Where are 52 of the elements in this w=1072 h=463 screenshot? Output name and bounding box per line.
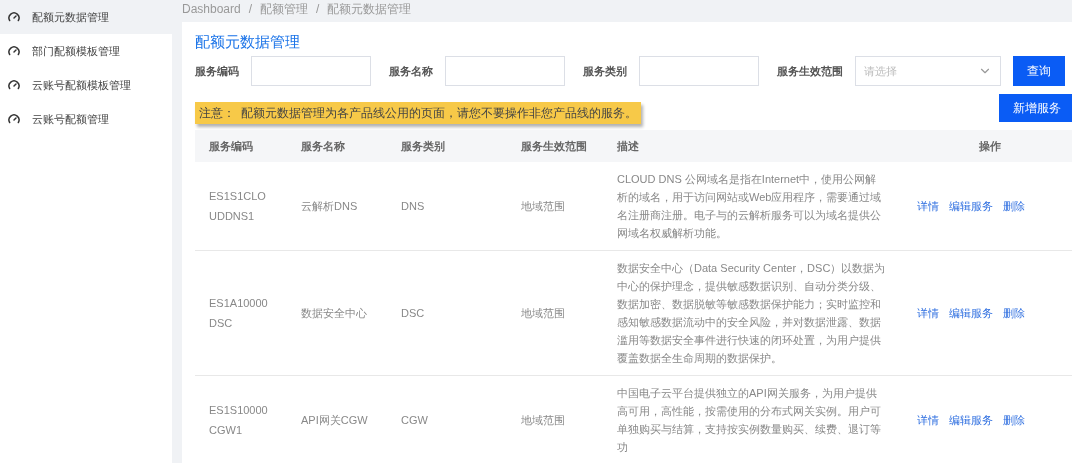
table-cell-text: CLOUD DNS 公网域名是指在Internet中，使用公网解析的域名，用于访问网站或Web应用程序，需要通过域名注册商注册。电子与的云解析服务可以为域名提供公网域名权威解析功能。 [617,172,883,241]
breadcrumb-item[interactable]: Dashboard [182,0,241,18]
gauge-icon [8,45,20,57]
search-button[interactable]: 查询 [1013,56,1065,86]
gauge-icon [8,113,20,125]
table-cell: 地域范围 [521,199,565,212]
table-cell: API网关CGW [301,413,368,426]
action-link[interactable]: 删除 [1003,304,1025,322]
action-link[interactable]: 删除 [1003,411,1025,429]
breadcrumb-separator: / [248,1,253,18]
filter-label: 服务名称 [389,63,433,79]
action-link[interactable]: 删除 [1003,197,1025,215]
column-header: 服务生效范围 [521,139,587,152]
table-cell: 云解析DNS [301,199,358,212]
table-cell-text: 中国电子云平台提供独立的API网关服务，为用户提供高可用，高性能，按需使用的分布式网关实例。用户可单独购买与结算，支持按实例数量购买、续费、退订等功 [617,386,882,455]
gauge-icon [8,11,20,23]
filter-label: 服务编码 [195,63,239,79]
table-cell-text: ES1A10000DSC [209,296,269,331]
action-link[interactable]: 编辑服务 [949,411,993,429]
column-header: 服务名称 [301,139,345,152]
column-header: 服务编码 [209,139,253,152]
breadcrumb-item[interactable]: 配额元数据管理 [327,0,412,18]
add-service-button[interactable]: 新增服务 [999,94,1072,122]
breadcrumb-separator: / [316,1,320,18]
filter-label: 服务生效范围 [777,63,843,79]
action-link[interactable]: 编辑服务 [949,304,993,322]
action-link[interactable]: 详情 [917,197,939,215]
column-header: 描述 [617,139,639,152]
breadcrumb-item[interactable]: 配额管理 [260,0,309,18]
table-cell-text: ES1S10000CGW1 [209,403,269,438]
table-cell-text: ES1S1CLOUDDNS1 [209,189,267,224]
action-link[interactable]: 编辑服务 [949,197,993,215]
table-cell-text: 数据安全中心（Data Security Center，DSC）以数据为中心的保护理念，提供敏感数据识别、自动分类分级、数据加密、数据脱敏等敏感数据保护能力；实时监控和感知敏感数据流动中的安全风险，并对数据泄露、数据滥用等数据安全事件进行快速的闭环处置，为用户提供覆盖数据全生命周期的数据保护。 [617,261,887,366]
column-header: 操作 [979,139,1001,152]
notice-text: 配额元数据管理为各产品线公用的页面，请您不要操作非您产品线的服务。 [241,105,637,122]
filter-input[interactable] [251,56,371,86]
action-link[interactable]: 详情 [917,304,939,322]
table-cell: DNS [401,199,425,212]
table-cell: 地域范围 [521,413,565,426]
column-header: 服务类别 [401,139,445,152]
page-title: 配额元数据管理 [195,32,301,52]
table-cell: 数据安全中心 [301,306,367,319]
notice-label: 注意： [199,105,235,122]
filter-input[interactable] [445,56,565,86]
table-cell: 地域范围 [521,306,565,319]
sidebar-item[interactable]: 配额元数据管理 [0,0,172,34]
table-cell: DSC [401,306,425,319]
gauge-icon [8,79,20,91]
action-link[interactable]: 详情 [917,411,939,429]
table-cell: CGW [401,413,428,426]
filter-input[interactable] [639,56,759,86]
filter-label: 服务类别 [583,63,627,79]
